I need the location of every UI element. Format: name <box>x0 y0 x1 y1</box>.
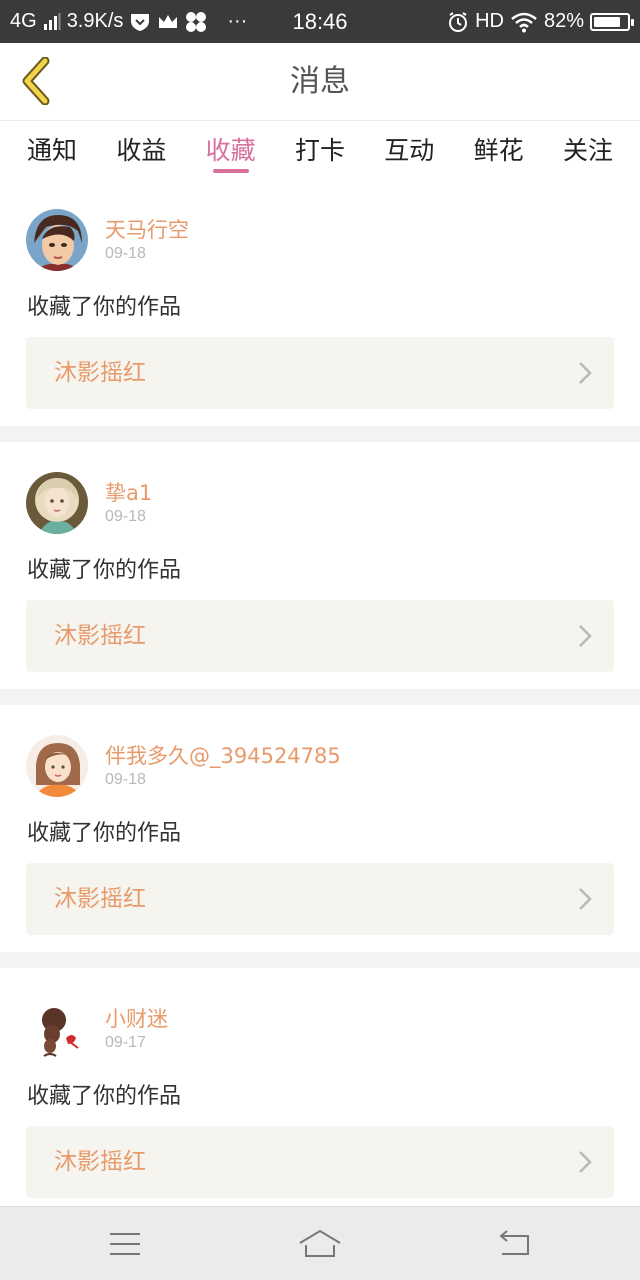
work-link[interactable]: 沐影摇红 <box>26 337 614 409</box>
active-tab-indicator <box>212 169 249 173</box>
avatar[interactable] <box>26 735 88 797</box>
work-link[interactable]: 沐影摇红 <box>26 863 614 935</box>
work-link[interactable]: 沐影摇红 <box>26 600 614 672</box>
message-card: 小财迷 09-17 收藏了你的作品沐影摇红 <box>0 968 640 1206</box>
user-name[interactable]: 挚a1 <box>105 477 152 507</box>
tab-label: 通知 <box>26 136 77 165</box>
tab-6[interactable]: 关注 <box>548 121 628 179</box>
chevron-right-icon <box>579 1151 592 1173</box>
user-name[interactable]: 伴我多久@_394524785 <box>105 740 341 770</box>
tab-4[interactable]: 互动 <box>369 121 449 179</box>
message-date: 09-17 <box>105 1034 146 1051</box>
user-name[interactable]: 天马行空 <box>105 214 189 244</box>
home-icon <box>299 1229 341 1257</box>
tab-label: 关注 <box>562 136 613 165</box>
header: 消息 <box>0 43 640 121</box>
work-title: 沐影摇红 <box>54 886 146 912</box>
chevron-right-icon <box>579 362 592 384</box>
tab-5[interactable]: 鲜花 <box>459 121 539 179</box>
avatar[interactable] <box>26 998 88 1060</box>
hd-indicator: HD <box>475 10 504 32</box>
tab-0[interactable]: 通知 <box>12 121 92 179</box>
message-card: 挚a1 09-18 收藏了你的作品沐影摇红 <box>0 442 640 689</box>
tab-bar: 通知 收益 收藏 打卡 互动 鲜花 关注 <box>0 121 640 179</box>
message-text: 收藏了你的作品 <box>27 821 182 846</box>
avatar[interactable] <box>26 209 88 271</box>
message-text: 收藏了你的作品 <box>27 295 182 320</box>
system-nav-bar <box>0 1206 640 1280</box>
message-date: 09-18 <box>105 771 146 788</box>
return-icon <box>499 1230 529 1255</box>
message-text: 收藏了你的作品 <box>27 558 182 583</box>
menu-button[interactable] <box>75 1207 175 1280</box>
work-link[interactable]: 沐影摇红 <box>26 1126 614 1198</box>
tab-label: 打卡 <box>294 136 345 165</box>
wifi-icon <box>510 11 538 33</box>
clock: 18:46 <box>292 8 348 34</box>
message-text: 收藏了你的作品 <box>27 1084 182 1109</box>
menu-icon <box>110 1233 140 1255</box>
battery-icon <box>590 12 634 31</box>
page-title: 消息 <box>290 64 350 99</box>
tab-label: 收益 <box>116 136 167 165</box>
tab-label: 鲜花 <box>473 136 524 165</box>
message-card: 伴我多久@_394524785 09-18 收藏了你的作品沐影摇红 <box>0 705 640 952</box>
message-list: 天马行空 09-18 收藏了你的作品 沐影摇红 挚a1 09-18 收藏了你的作品 沐影摇红伴… <box>0 179 640 1206</box>
tab-1[interactable]: 收益 <box>101 121 181 179</box>
work-title: 沐影摇红 <box>54 623 146 649</box>
return-button[interactable] <box>465 1207 565 1280</box>
message-date: 09-18 <box>105 508 146 525</box>
message-date: 09-18 <box>105 245 146 262</box>
message-card: 天马行空 09-18 收藏了你的作品沐影摇红 <box>0 179 640 426</box>
tab-2[interactable]: 收藏 <box>191 121 271 179</box>
avatar[interactable] <box>26 472 88 534</box>
user-name[interactable]: 小财迷 <box>105 1003 168 1033</box>
alarm-icon <box>447 11 469 33</box>
tab-label: 互动 <box>384 136 435 165</box>
tab-3[interactable]: 打卡 <box>280 121 360 179</box>
work-title: 沐影摇红 <box>54 360 146 386</box>
chevron-right-icon <box>579 625 592 647</box>
battery-percent: 82% <box>543 10 584 32</box>
work-title: 沐影摇红 <box>54 1149 146 1175</box>
home-button[interactable] <box>270 1207 370 1280</box>
chevron-right-icon <box>579 888 592 910</box>
status-bar: 4G 3.9K/s ··· 18:46 HD 82% <box>0 0 640 43</box>
